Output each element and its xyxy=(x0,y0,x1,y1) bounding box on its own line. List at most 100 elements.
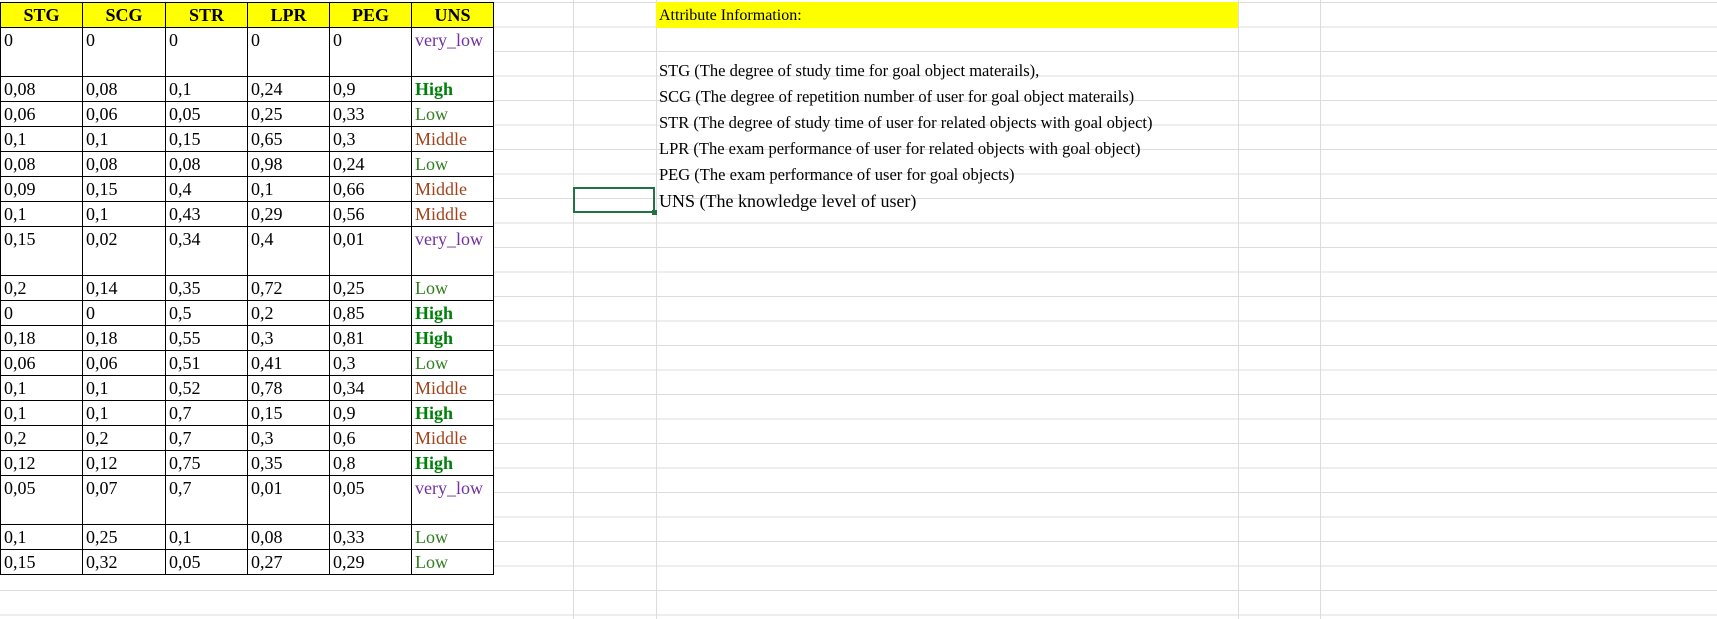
value-cell[interactable]: 0,25 xyxy=(329,275,412,301)
value-cell[interactable]: 0,66 xyxy=(329,176,412,202)
header-cell[interactable]: SCG xyxy=(82,2,166,28)
value-cell[interactable]: 0,12 xyxy=(82,450,166,476)
value-cell[interactable]: 0,06 xyxy=(0,101,83,127)
value-cell[interactable]: 0,3 xyxy=(329,126,412,152)
value-cell[interactable]: 0,78 xyxy=(247,375,330,401)
attribute-line[interactable]: UNS (The knowledge level of user) xyxy=(659,188,1152,214)
header-cell[interactable]: UNS xyxy=(411,2,494,28)
value-cell[interactable]: 0,32 xyxy=(82,549,166,575)
uns-class-cell[interactable]: Low xyxy=(411,275,494,301)
uns-class-cell[interactable]: High xyxy=(411,450,494,476)
value-cell[interactable]: 0,15 xyxy=(82,176,166,202)
value-cell[interactable]: 0,08 xyxy=(0,76,83,102)
value-cell[interactable]: 0,25 xyxy=(247,101,330,127)
value-cell[interactable]: 0,3 xyxy=(247,325,330,351)
value-cell[interactable]: 0,34 xyxy=(165,226,248,276)
value-cell[interactable]: 0,34 xyxy=(329,375,412,401)
value-cell[interactable]: 0,2 xyxy=(0,275,83,301)
value-cell[interactable]: 0,72 xyxy=(247,275,330,301)
uns-class-cell[interactable]: High xyxy=(411,325,494,351)
value-cell[interactable]: 0,18 xyxy=(82,325,166,351)
value-cell[interactable]: 0 xyxy=(82,27,166,77)
value-cell[interactable]: 0,14 xyxy=(82,275,166,301)
value-cell[interactable]: 0,05 xyxy=(165,101,248,127)
value-cell[interactable]: 0,5 xyxy=(165,300,248,326)
value-cell[interactable]: 0 xyxy=(165,27,248,77)
value-cell[interactable]: 0,07 xyxy=(82,475,166,525)
value-cell[interactable]: 0 xyxy=(82,300,166,326)
value-cell[interactable]: 0,24 xyxy=(247,76,330,102)
value-cell[interactable]: 0,1 xyxy=(165,76,248,102)
value-cell[interactable]: 0,05 xyxy=(0,475,83,525)
uns-class-cell[interactable]: Low xyxy=(411,524,494,550)
value-cell[interactable]: 0,06 xyxy=(82,350,166,376)
attribute-line[interactable]: STR (The degree of study time of user fo… xyxy=(659,110,1152,136)
value-cell[interactable]: 0 xyxy=(329,27,412,77)
value-cell[interactable]: 0,06 xyxy=(82,101,166,127)
value-cell[interactable]: 0,7 xyxy=(165,400,248,426)
attribute-line[interactable]: SCG (The degree of repetition number of … xyxy=(659,84,1152,110)
value-cell[interactable]: 0,02 xyxy=(82,226,166,276)
value-cell[interactable]: 0,29 xyxy=(329,549,412,575)
value-cell[interactable]: 0,08 xyxy=(247,524,330,550)
value-cell[interactable]: 0,06 xyxy=(0,350,83,376)
attribute-line[interactable]: STG (The degree of study time for goal o… xyxy=(659,58,1152,84)
attribute-info-title[interactable]: Attribute Information: xyxy=(656,2,1238,28)
value-cell[interactable]: 0,35 xyxy=(165,275,248,301)
uns-class-cell[interactable]: Low xyxy=(411,549,494,575)
value-cell[interactable]: 0,43 xyxy=(165,201,248,227)
value-cell[interactable]: 0,01 xyxy=(247,475,330,525)
value-cell[interactable]: 0,15 xyxy=(247,400,330,426)
value-cell[interactable]: 0,7 xyxy=(165,475,248,525)
attribute-line[interactable]: LPR (The exam performance of user for re… xyxy=(659,136,1152,162)
uns-class-cell[interactable]: High xyxy=(411,300,494,326)
uns-class-cell[interactable]: Low xyxy=(411,101,494,127)
value-cell[interactable]: 0,51 xyxy=(165,350,248,376)
value-cell[interactable]: 0,35 xyxy=(247,450,330,476)
value-cell[interactable]: 0,1 xyxy=(247,176,330,202)
value-cell[interactable]: 0,55 xyxy=(165,325,248,351)
value-cell[interactable]: 0,1 xyxy=(0,201,83,227)
value-cell[interactable]: 0,3 xyxy=(247,425,330,451)
uns-class-cell[interactable]: Middle xyxy=(411,375,494,401)
header-cell[interactable]: PEG xyxy=(329,2,412,28)
value-cell[interactable]: 0,18 xyxy=(0,325,83,351)
value-cell[interactable]: 0,65 xyxy=(247,126,330,152)
uns-class-cell[interactable]: Low xyxy=(411,151,494,177)
value-cell[interactable]: 0,1 xyxy=(165,524,248,550)
value-cell[interactable]: 0,1 xyxy=(0,375,83,401)
value-cell[interactable]: 0,1 xyxy=(0,400,83,426)
value-cell[interactable]: 0,3 xyxy=(329,350,412,376)
uns-class-cell[interactable]: Middle xyxy=(411,425,494,451)
value-cell[interactable]: 0,1 xyxy=(82,375,166,401)
value-cell[interactable]: 0,08 xyxy=(165,151,248,177)
value-cell[interactable]: 0,27 xyxy=(247,549,330,575)
value-cell[interactable]: 0 xyxy=(0,27,83,77)
uns-class-cell[interactable]: very_low xyxy=(411,475,494,525)
value-cell[interactable]: 0,9 xyxy=(329,76,412,102)
uns-class-cell[interactable]: Middle xyxy=(411,176,494,202)
header-cell[interactable]: STR xyxy=(165,2,248,28)
value-cell[interactable]: 0,2 xyxy=(247,300,330,326)
attribute-line[interactable]: PEG (The exam performance of user for go… xyxy=(659,162,1152,188)
value-cell[interactable]: 0,9 xyxy=(329,400,412,426)
value-cell[interactable]: 0 xyxy=(0,300,83,326)
uns-class-cell[interactable]: Middle xyxy=(411,201,494,227)
value-cell[interactable]: 0,75 xyxy=(165,450,248,476)
value-cell[interactable]: 0,8 xyxy=(329,450,412,476)
header-cell[interactable]: LPR xyxy=(247,2,330,28)
uns-class-cell[interactable]: High xyxy=(411,76,494,102)
uns-class-cell[interactable]: Middle xyxy=(411,126,494,152)
active-cell-selection[interactable] xyxy=(573,187,657,215)
value-cell[interactable]: 0,08 xyxy=(82,76,166,102)
value-cell[interactable]: 0,15 xyxy=(0,549,83,575)
uns-class-cell[interactable]: very_low xyxy=(411,226,494,276)
value-cell[interactable]: 0,41 xyxy=(247,350,330,376)
value-cell[interactable]: 0,7 xyxy=(165,425,248,451)
value-cell[interactable]: 0,98 xyxy=(247,151,330,177)
value-cell[interactable]: 0,2 xyxy=(82,425,166,451)
value-cell[interactable]: 0 xyxy=(247,27,330,77)
value-cell[interactable]: 0,1 xyxy=(82,400,166,426)
value-cell[interactable]: 0,4 xyxy=(165,176,248,202)
value-cell[interactable]: 0,08 xyxy=(82,151,166,177)
